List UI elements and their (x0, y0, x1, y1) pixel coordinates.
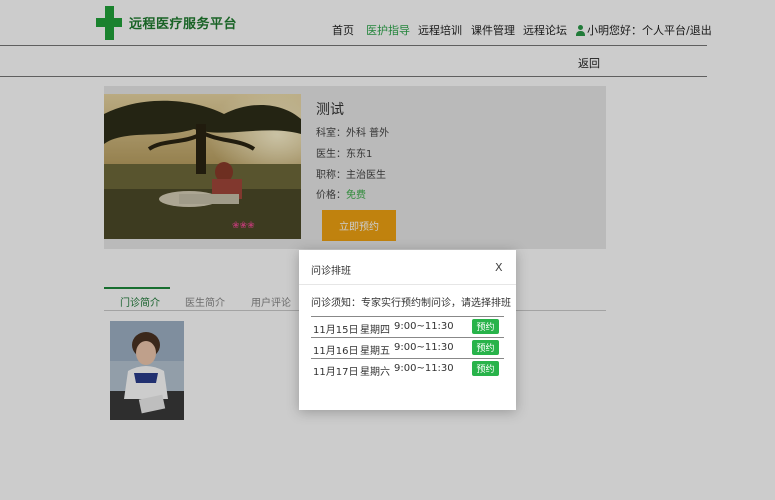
slot-time: 9:00~11:30 (394, 321, 454, 332)
schedule-slot: 11月16日 星期五 9:00~11:30 预约 (311, 337, 504, 357)
slot-day: 星期六 (360, 367, 390, 378)
slot-time: 9:00~11:30 (394, 342, 454, 353)
slot-time: 9:00~11:30 (394, 363, 454, 374)
modal-title: 问诊排班 (311, 266, 351, 277)
reserve-button[interactable]: 预约 (472, 340, 499, 355)
slot-date: 11月17日 (313, 367, 359, 378)
slot-date: 11月15日 (313, 325, 359, 336)
modal-title-divider (299, 284, 516, 285)
schedule-slot: 11月15日 星期四 9:00~11:30 预约 (311, 316, 504, 336)
schedule-modal: 问诊排班 X 问诊须知：专家实行预约制问诊，请选择排班 11月15日 星期四 9… (299, 250, 516, 410)
reserve-button[interactable]: 预约 (472, 361, 499, 376)
slot-day: 星期五 (360, 346, 390, 357)
modal-notice: 问诊须知：专家实行预约制问诊，请选择排班 (311, 298, 511, 309)
slot-date: 11月16日 (313, 346, 359, 357)
schedule-slot: 11月17日 星期六 9:00~11:30 预约 (311, 358, 504, 378)
close-icon[interactable]: X (495, 261, 503, 274)
reserve-button[interactable]: 预约 (472, 319, 499, 334)
slot-day: 星期四 (360, 325, 390, 336)
